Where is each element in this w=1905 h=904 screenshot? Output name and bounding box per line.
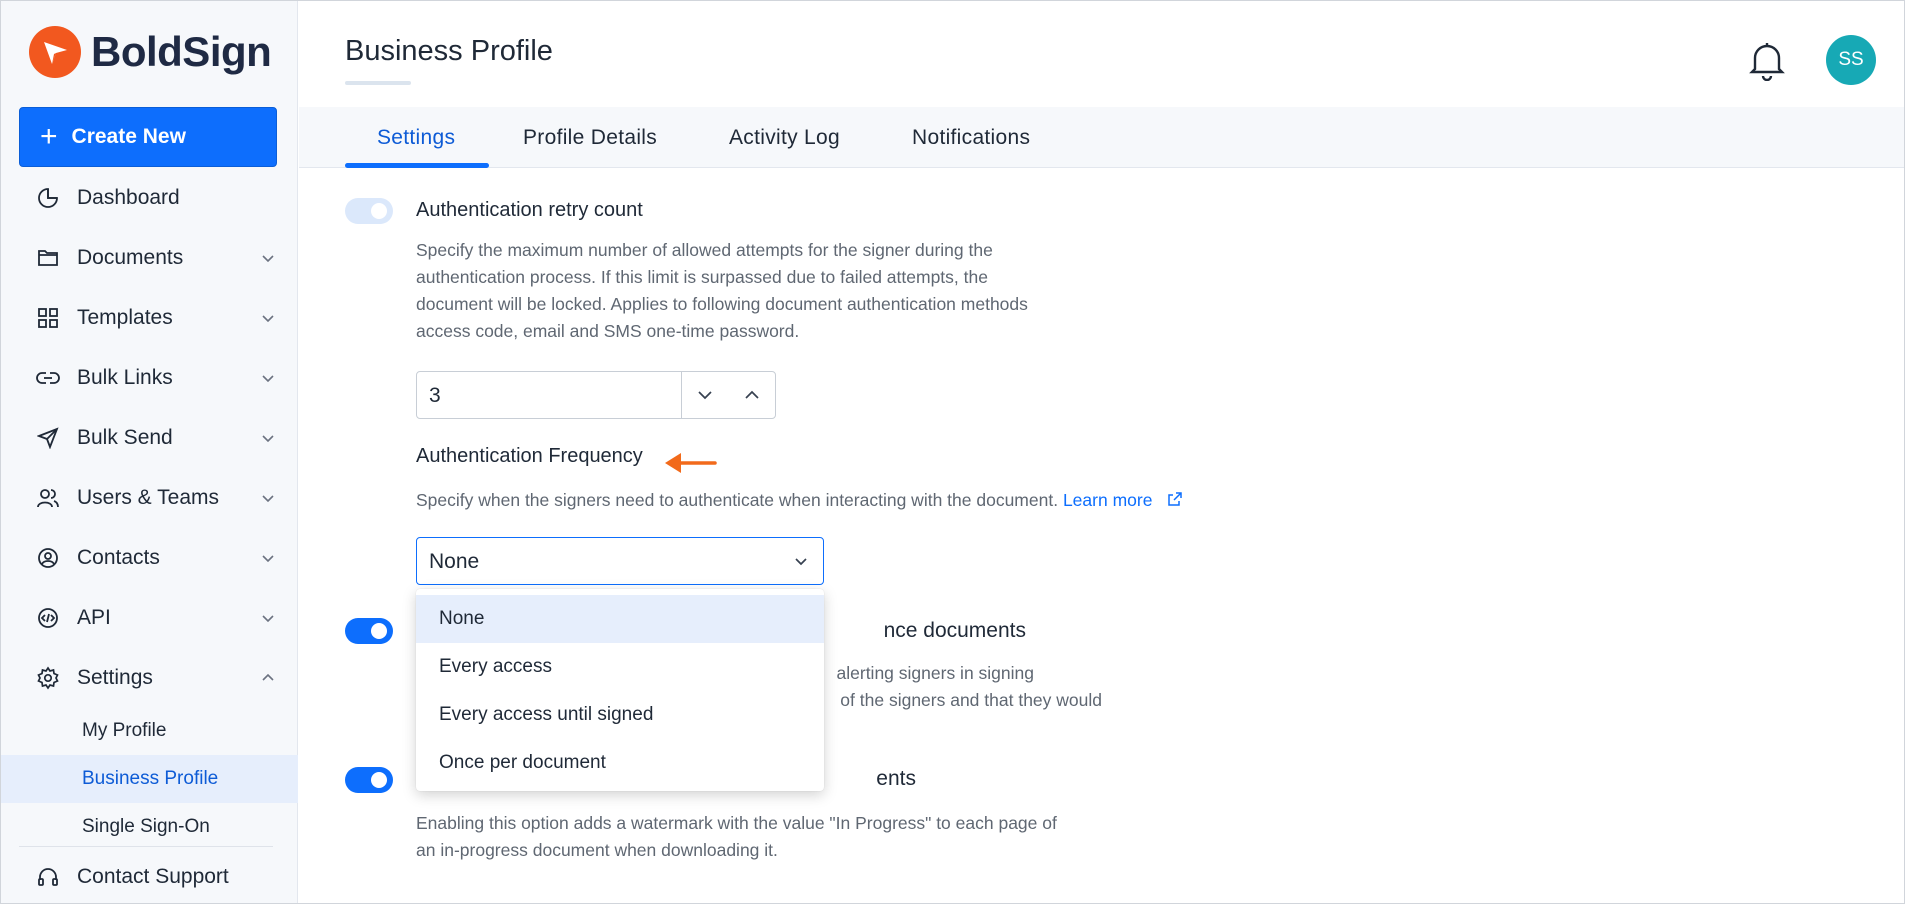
chevron-down-icon bbox=[262, 375, 274, 383]
chevron-down-icon bbox=[262, 495, 274, 503]
pie-chart-icon bbox=[35, 185, 61, 211]
auth-frequency-dropdown: None Every access Every access until sig… bbox=[416, 589, 824, 791]
users-icon bbox=[35, 485, 61, 511]
brand-logo[interactable]: BoldSign bbox=[29, 25, 272, 79]
chevron-down-icon bbox=[262, 555, 274, 563]
sidebar: BoldSign + Create New Dashboard Document… bbox=[1, 1, 298, 903]
sidebar-item-label: Contact Support bbox=[77, 865, 229, 888]
chevron-down-icon bbox=[262, 315, 274, 323]
sidebar-item-settings[interactable]: Settings bbox=[1, 652, 298, 704]
sidebar-item-label: Templates bbox=[77, 306, 173, 329]
create-new-button[interactable]: + Create New bbox=[19, 107, 277, 167]
dropdown-option-every-access[interactable]: Every access bbox=[416, 643, 824, 691]
chevron-down-icon bbox=[795, 558, 807, 566]
folder-icon bbox=[35, 245, 61, 271]
sidebar-item-label: Dashboard bbox=[77, 186, 180, 209]
sidebar-item-label: API bbox=[77, 606, 111, 629]
create-new-label: Create New bbox=[71, 125, 186, 148]
tab-notifications[interactable]: Notifications bbox=[912, 107, 1030, 168]
auth-frequency-selected-value: None bbox=[429, 550, 480, 573]
sidebar-item-dashboard[interactable]: Dashboard bbox=[1, 172, 298, 224]
dropdown-option-every-access-until-signed[interactable]: Every access until signed bbox=[416, 691, 824, 739]
orange-arrow-annotation-icon bbox=[665, 453, 717, 473]
headset-icon bbox=[35, 864, 61, 890]
sidebar-item-label: Bulk Links bbox=[77, 366, 173, 389]
sidebar-item-api[interactable]: API bbox=[1, 592, 298, 644]
sidebar-item-label: Bulk Send bbox=[77, 426, 173, 449]
sidebar-item-label: Users & Teams bbox=[77, 486, 219, 509]
settings-content: Authentication retry count Specify the m… bbox=[299, 169, 1904, 903]
user-avatar[interactable]: SS bbox=[1826, 35, 1876, 85]
active-tab-indicator bbox=[345, 163, 489, 168]
grid-icon bbox=[35, 305, 61, 331]
plus-icon: + bbox=[40, 120, 58, 153]
watermark-description: Enabling this option adds a watermark wi… bbox=[416, 813, 1057, 860]
top-header: Business Profile SS bbox=[299, 1, 1904, 107]
dropdown-option-none[interactable]: None bbox=[416, 595, 824, 643]
retry-count-description: Specify the maximum number of allowed at… bbox=[416, 240, 1028, 341]
watermark-toggle[interactable] bbox=[345, 767, 393, 793]
chevron-down-icon bbox=[262, 255, 274, 263]
sidebar-item-label: Documents bbox=[77, 246, 184, 269]
toggle-knob bbox=[371, 623, 387, 639]
auth-frequency-select[interactable]: None bbox=[416, 537, 824, 585]
decrement-chevron-down-icon[interactable] bbox=[695, 385, 715, 405]
link-icon bbox=[35, 365, 61, 391]
app-window: BoldSign + Create New Dashboard Document… bbox=[0, 0, 1905, 904]
retry-count-toggle[interactable] bbox=[345, 198, 393, 224]
send-icon bbox=[35, 425, 61, 451]
tab-profile-details[interactable]: Profile Details bbox=[523, 107, 657, 168]
page-title: Business Profile bbox=[345, 35, 553, 67]
auth-frequency-title: Authentication Frequency bbox=[416, 445, 643, 467]
toggle-knob bbox=[371, 203, 387, 219]
sidebar-item-contact-support[interactable]: Contact Support bbox=[1, 851, 298, 903]
api-icon bbox=[35, 605, 61, 631]
sidebar-item-documents[interactable]: Documents bbox=[1, 232, 298, 284]
retry-count-stepper[interactable]: 3 bbox=[416, 371, 776, 419]
chevron-down-icon bbox=[262, 435, 274, 443]
sidebar-item-label: Contacts bbox=[77, 546, 160, 569]
gear-icon bbox=[35, 665, 61, 691]
setting-3-toggle[interactable] bbox=[345, 618, 393, 644]
tab-activity-log[interactable]: Activity Log bbox=[729, 107, 840, 168]
sidebar-subitem-my-profile[interactable]: My Profile bbox=[1, 707, 298, 755]
sidebar-item-label: Settings bbox=[77, 666, 153, 689]
learn-more-link[interactable]: Learn more bbox=[1063, 490, 1153, 510]
chevron-down-icon bbox=[262, 615, 274, 623]
title-underline bbox=[345, 81, 411, 85]
sidebar-divider bbox=[19, 846, 273, 847]
sidebar-subitem-business-profile[interactable]: Business Profile bbox=[1, 755, 298, 803]
sidebar-item-contacts[interactable]: Contacts bbox=[1, 532, 298, 584]
contact-icon bbox=[35, 545, 61, 571]
dropdown-option-once-per-document[interactable]: Once per document bbox=[416, 739, 824, 787]
retry-count-value[interactable]: 3 bbox=[429, 384, 441, 408]
chevron-up-icon bbox=[262, 673, 274, 681]
increment-chevron-up-icon[interactable] bbox=[742, 385, 762, 405]
toggle-knob bbox=[371, 772, 387, 788]
tab-bar: Settings Profile Details Activity Log No… bbox=[299, 107, 1904, 168]
tab-settings[interactable]: Settings bbox=[377, 107, 455, 168]
auth-frequency-description: Specify when the signers need to authent… bbox=[416, 487, 1183, 514]
retry-count-title: Authentication retry count bbox=[416, 199, 643, 221]
bell-icon[interactable] bbox=[1747, 39, 1787, 81]
brand-name: BoldSign bbox=[91, 28, 272, 75]
boldsign-logo-icon bbox=[29, 26, 81, 78]
stepper-divider bbox=[681, 372, 682, 418]
sidebar-item-bulk-send[interactable]: Bulk Send bbox=[1, 412, 298, 464]
external-link-icon[interactable] bbox=[1167, 491, 1183, 507]
sidebar-subitem-single-sign-on[interactable]: Single Sign-On bbox=[1, 803, 298, 851]
sidebar-item-templates[interactable]: Templates bbox=[1, 292, 298, 344]
sidebar-item-bulk-links[interactable]: Bulk Links bbox=[1, 352, 298, 404]
sidebar-item-users-teams[interactable]: Users & Teams bbox=[1, 472, 298, 524]
